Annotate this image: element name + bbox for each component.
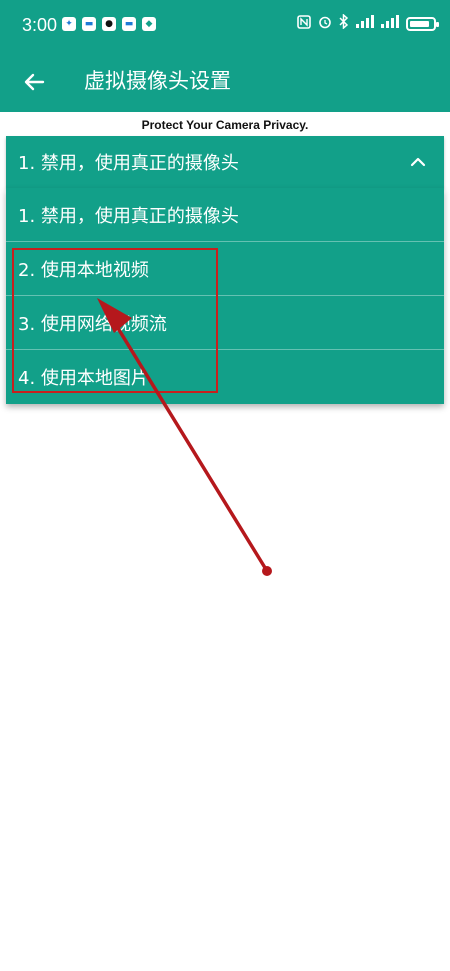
annotation-arrow [97, 298, 272, 576]
